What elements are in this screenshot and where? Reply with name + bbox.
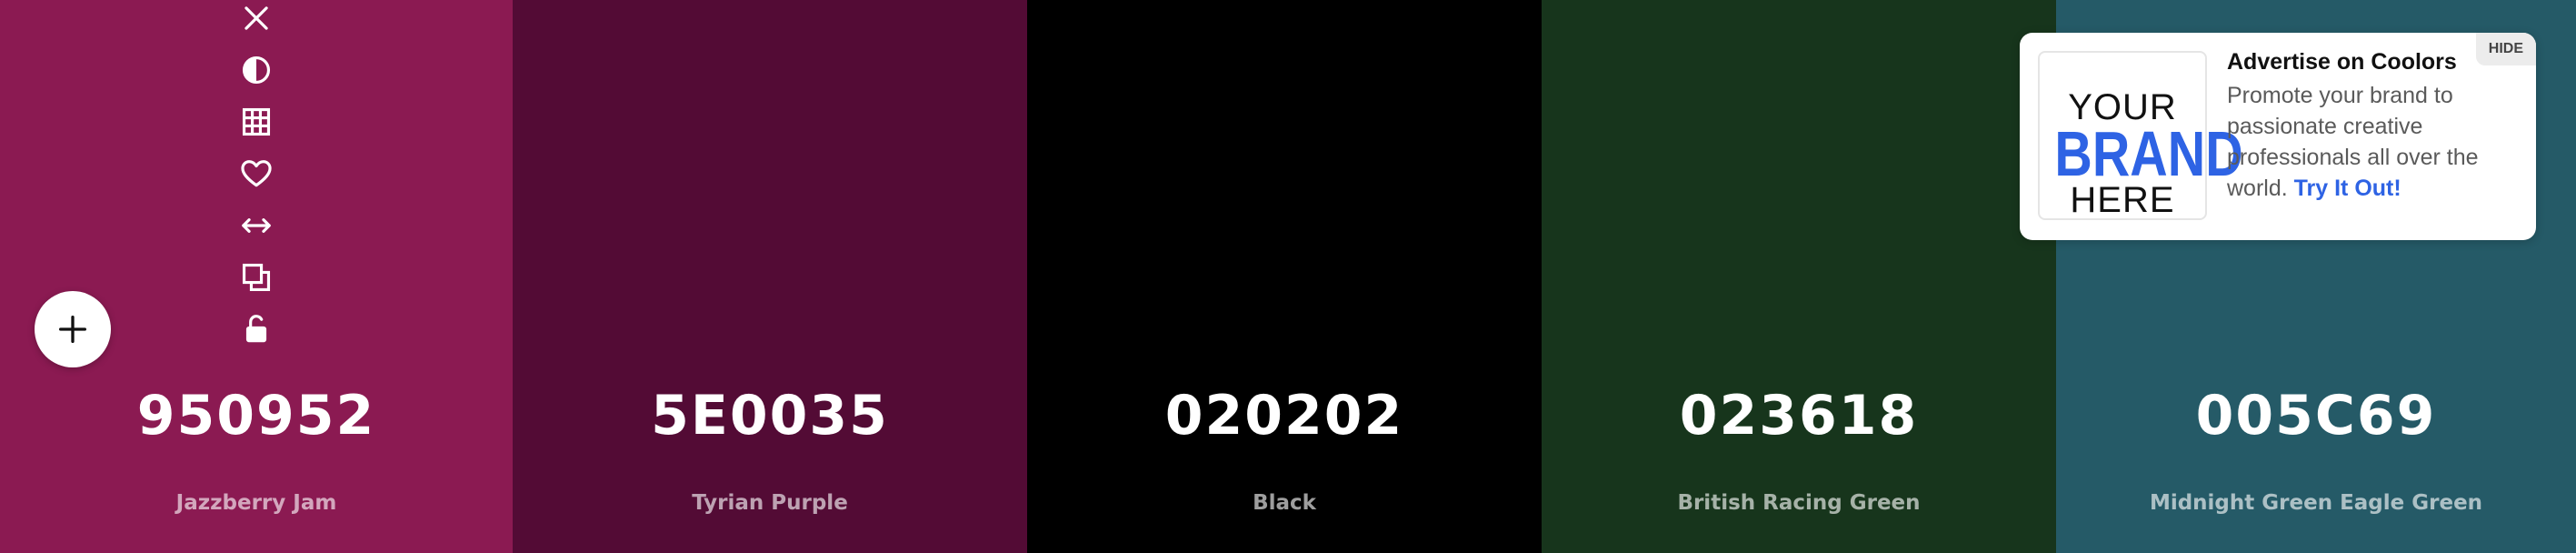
hide-ad-button[interactable]: HIDE	[2475, 33, 2536, 65]
lock-color-button[interactable]	[229, 307, 284, 352]
swatch-hex[interactable]: 5E0035	[513, 384, 1027, 447]
shades-button[interactable]	[229, 47, 284, 93]
copy-hex-button[interactable]	[229, 255, 284, 300]
arrows-horizontal-icon	[242, 218, 271, 233]
swatch-hex[interactable]: 023618	[1542, 384, 2056, 447]
swatch-name[interactable]: British Racing Green	[1542, 489, 2056, 517]
close-icon	[245, 6, 268, 30]
swatch-name[interactable]: Tyrian Purple	[513, 489, 1027, 517]
swatch-jazzberry-jam[interactable]: 950952 Jazzberry Jam	[0, 0, 513, 553]
swatch-hex[interactable]: 950952	[0, 384, 513, 447]
remove-color-button[interactable]	[229, 0, 284, 41]
view-shades-grid-button[interactable]	[229, 99, 284, 145]
ad-brand-logo[interactable]: YOUR BRAND HERE	[2038, 51, 2243, 220]
ad-try-link[interactable]: Try It Out!	[2294, 176, 2401, 201]
ad-card[interactable]: HIDE YOUR BRAND HERE Advertise on Coolor…	[2020, 33, 2536, 240]
contrast-icon	[242, 55, 271, 85]
swatch-name[interactable]: Jazzberry Jam	[0, 489, 513, 517]
ad-body: Promote your brand to passionate creativ…	[2227, 80, 2518, 204]
copy-icon	[242, 263, 271, 292]
swatch-name[interactable]: Black	[1027, 489, 1542, 517]
swatch-hex[interactable]: 005C69	[2056, 384, 2576, 447]
ad-logo-line-3: HERE	[2070, 180, 2175, 220]
swatch-tyrian-purple[interactable]: 5E0035 Tyrian Purple	[513, 0, 1027, 553]
swatch-black[interactable]: 020202 Black	[1027, 0, 1542, 553]
grid-icon	[242, 107, 271, 136]
swatch-name[interactable]: Midnight Green Eagle Green	[2056, 489, 2576, 517]
ad-logo-line-2: BRAND	[2054, 118, 2243, 189]
ad-title[interactable]: Advertise on Coolors	[2227, 49, 2457, 75]
unlock-icon	[245, 315, 267, 343]
drag-button[interactable]	[229, 203, 284, 248]
add-color-button[interactable]	[35, 291, 111, 367]
plus-icon	[59, 316, 87, 343]
swatch-hex[interactable]: 020202	[1027, 384, 1542, 447]
favorite-button[interactable]	[229, 151, 284, 196]
heart-icon	[241, 160, 272, 187]
swatch-british-racing-green[interactable]: 023618 British Racing Green	[1542, 0, 2056, 553]
